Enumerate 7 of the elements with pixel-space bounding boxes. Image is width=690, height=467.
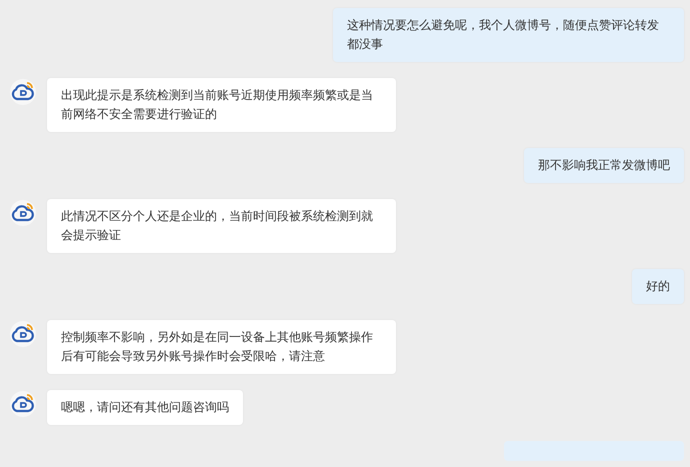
message-bubble: 此情况不区分个人还是企业的，当前时间段被系统检测到就会提示验证 <box>47 199 396 253</box>
message-bubble: 那不影响我正常发微博吧 <box>524 148 684 183</box>
message-bubble: 出现此提示是系统检测到当前账号近期使用频率频繁或是当前网络不安全需要进行验证的 <box>47 78 396 132</box>
message-bubble: 控制频率不影响，另外如是在同一设备上其他账号频繁操作后有可能会导致另外账号操作时会受限哈，请注意 <box>47 320 396 374</box>
message-bubble: 嗯嗯，请问还有其他问题咨询吗 <box>47 390 243 425</box>
message-bubble: 好的 <box>632 269 684 304</box>
message-bubble: 这种情况要怎么避免呢，我个人微博号，随便点赞评论转发都没事 <box>333 8 684 62</box>
